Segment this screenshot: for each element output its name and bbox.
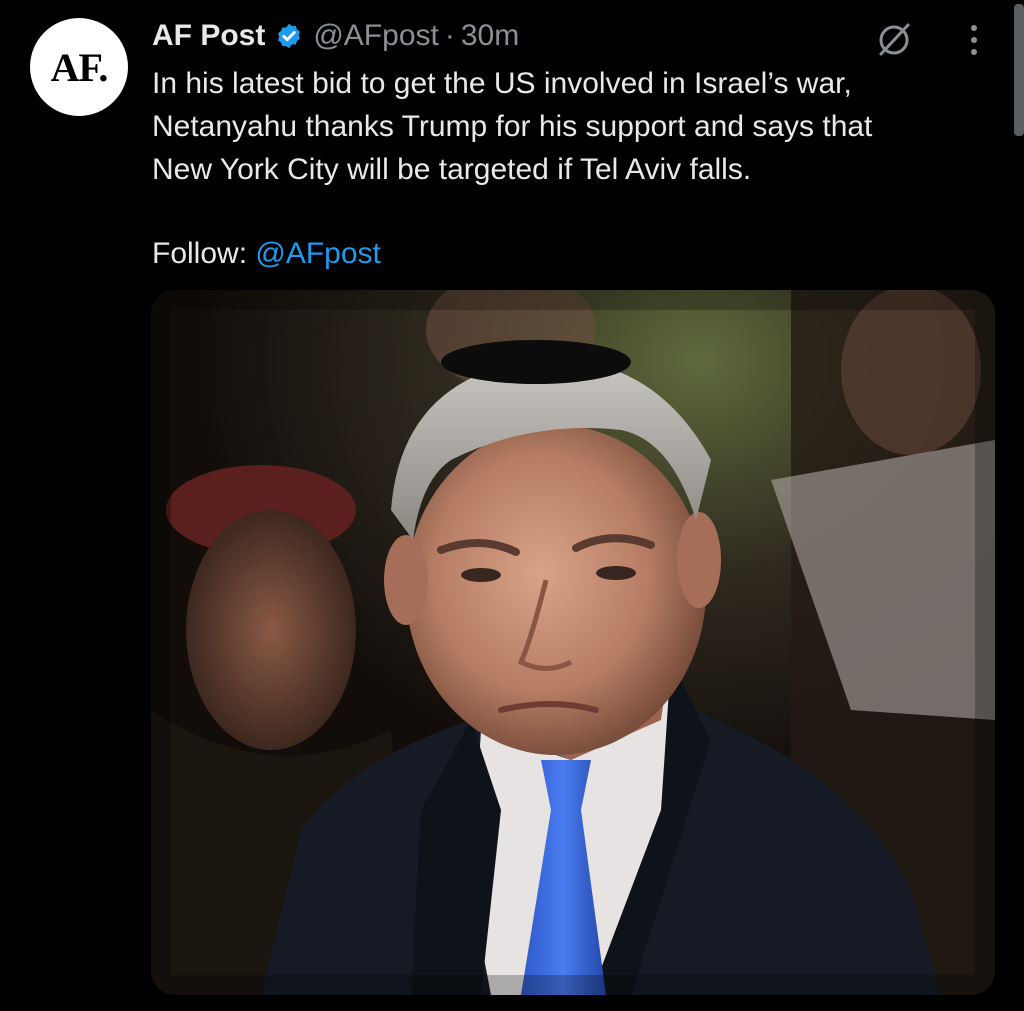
tweet-text-line: Netanyahu thanks Trump for his support a…: [152, 110, 873, 143]
photo-illustration: [151, 290, 995, 995]
follow-label: Follow:: [152, 237, 248, 270]
tweet-photo[interactable]: [151, 290, 995, 995]
scrollbar[interactable]: [1014, 4, 1024, 136]
tweet-screen: AF. AF Post @AFpost · 30m In his latest …: [0, 0, 1024, 1011]
separator-dot: ·: [444, 19, 455, 52]
tweet-text: In his latest bid to get the US involved…: [152, 62, 992, 191]
more-vertical-icon[interactable]: [962, 20, 986, 60]
follow-line: Follow: @AFpost: [152, 232, 381, 275]
grok-icon[interactable]: [872, 18, 916, 62]
tweet-time[interactable]: 30m: [461, 19, 519, 53]
tweet-header: AF Post @AFpost · 30m: [152, 14, 519, 58]
follow-link[interactable]: @AFpost: [255, 237, 381, 270]
tweet-text-line: In his latest bid to get the US involved…: [152, 67, 852, 100]
author-name[interactable]: AF Post: [152, 19, 265, 53]
avatar[interactable]: AF.: [30, 18, 128, 116]
author-handle[interactable]: @AFpost: [313, 19, 439, 53]
tweet-text-line: New York City will be targeted if Tel Av…: [152, 153, 752, 186]
verified-badge-icon: [278, 23, 301, 49]
